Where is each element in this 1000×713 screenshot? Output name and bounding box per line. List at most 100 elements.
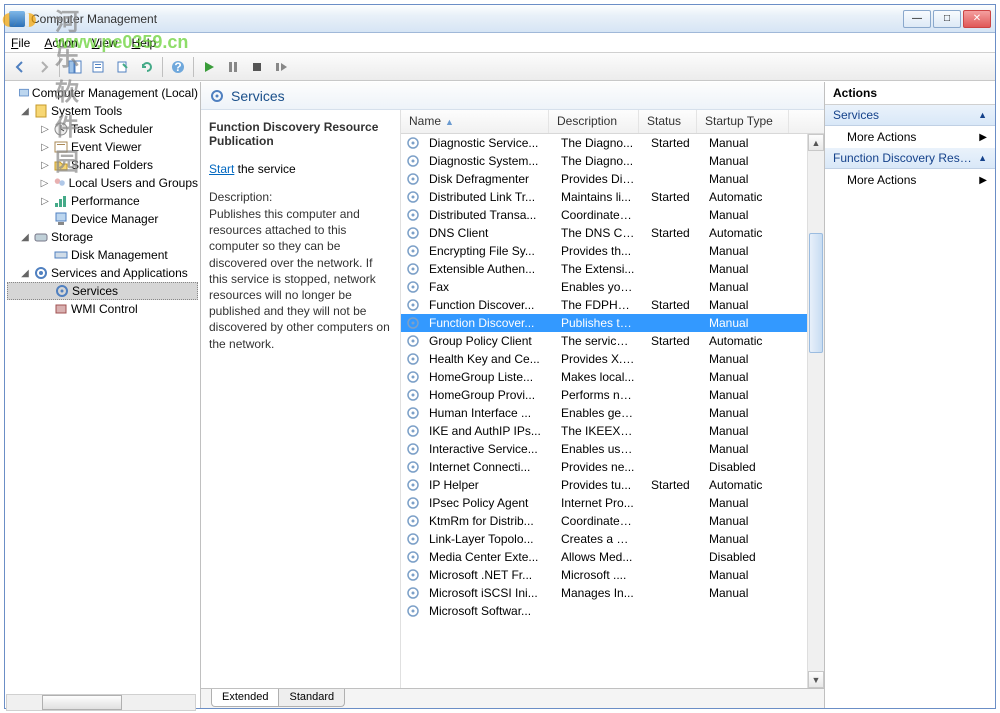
service-row[interactable]: Diagnostic System...The Diagno...Manual	[401, 152, 824, 170]
scroll-up-button[interactable]: ▲	[808, 134, 824, 151]
service-row[interactable]: Extensible Authen...The Extensi...Manual	[401, 260, 824, 278]
export-button[interactable]	[112, 56, 134, 78]
service-row[interactable]: HomeGroup Provi...Performs ne...Manual	[401, 386, 824, 404]
description-text: Publishes this computer and resources at…	[209, 206, 390, 352]
column-status[interactable]: Status	[639, 110, 697, 133]
service-row[interactable]: DNS ClientThe DNS Cli...StartedAutomatic	[401, 224, 824, 242]
tree-horizontal-scrollbar[interactable]	[6, 694, 196, 711]
service-row[interactable]: HomeGroup Liste...Makes local...Manual	[401, 368, 824, 386]
cell-startup: Automatic	[701, 478, 793, 492]
cell-startup: Manual	[701, 262, 793, 276]
cell-name: HomeGroup Liste...	[421, 370, 553, 384]
menu-help[interactable]: Help	[132, 36, 157, 50]
tree-task-scheduler[interactable]: Task Scheduler	[71, 122, 153, 136]
service-row[interactable]: Disk DefragmenterProvides Dis...Manual	[401, 170, 824, 188]
tree-disk-management[interactable]: Disk Management	[71, 248, 168, 262]
cell-startup: Manual	[701, 442, 793, 456]
cell-status: Started	[643, 190, 701, 204]
start-service-button[interactable]	[198, 56, 220, 78]
properties-button[interactable]	[88, 56, 110, 78]
service-row[interactable]: Microsoft .NET Fr...Microsoft ....Manual	[401, 566, 824, 584]
back-button[interactable]	[9, 56, 31, 78]
tree-storage[interactable]: Storage	[51, 230, 93, 244]
service-row[interactable]: Microsoft iSCSI Ini...Manages In...Manua…	[401, 584, 824, 602]
actions-group-services[interactable]: Services▲	[825, 105, 995, 126]
tree-event-viewer[interactable]: Event Viewer	[71, 140, 141, 154]
service-row[interactable]: Encrypting File Sy...Provides th...Manua…	[401, 242, 824, 260]
actions-group-selected[interactable]: Function Discovery Resourc...▲	[825, 148, 995, 169]
services-list[interactable]: Name▲ Description Status Startup Type Di…	[401, 110, 824, 688]
service-row[interactable]: Media Center Exte...Allows Med...Disable…	[401, 548, 824, 566]
cell-name: HomeGroup Provi...	[421, 388, 553, 402]
tree-root[interactable]: Computer Management (Local)	[32, 86, 198, 100]
tree-shared-folders[interactable]: Shared Folders	[71, 158, 153, 172]
cell-description: Provides Dis...	[553, 172, 643, 186]
menu-file[interactable]: File	[11, 36, 30, 50]
service-row[interactable]: Interactive Service...Enables use...Manu…	[401, 440, 824, 458]
cell-startup: Disabled	[701, 460, 793, 474]
pause-service-button[interactable]	[222, 56, 244, 78]
start-service-link[interactable]: Start	[209, 162, 234, 176]
vertical-scrollbar[interactable]: ▲ ▼	[807, 134, 824, 688]
maximize-button[interactable]: □	[933, 10, 961, 28]
column-name[interactable]: Name▲	[401, 110, 549, 133]
column-description[interactable]: Description	[549, 110, 639, 133]
cell-description: Makes local...	[553, 370, 643, 384]
forward-button[interactable]	[33, 56, 55, 78]
service-row[interactable]: Link-Layer Topolo...Creates a N...Manual	[401, 530, 824, 548]
service-row[interactable]: Internet Connecti...Provides ne...Disabl…	[401, 458, 824, 476]
tree-scroll-thumb[interactable]	[42, 695, 122, 710]
actions-title: Actions	[825, 82, 995, 105]
refresh-button[interactable]	[136, 56, 158, 78]
cell-startup: Manual	[701, 532, 793, 546]
tree-performance[interactable]: Performance	[71, 194, 140, 208]
navigation-tree[interactable]: Computer Management (Local) ◢System Tool…	[5, 82, 201, 708]
help-button[interactable]: ?	[167, 56, 189, 78]
service-row[interactable]: Human Interface ...Enables gen...Manual	[401, 404, 824, 422]
restart-service-button[interactable]	[270, 56, 292, 78]
service-row[interactable]: Distributed Transa...Coordinates...Manua…	[401, 206, 824, 224]
action-more-selected[interactable]: More Actions▶	[825, 169, 995, 191]
minimize-button[interactable]: —	[903, 10, 931, 28]
cell-startup: Manual	[701, 298, 793, 312]
stop-service-button[interactable]	[246, 56, 268, 78]
service-row[interactable]: Function Discover...The FDPHO...StartedM…	[401, 296, 824, 314]
column-startup-type[interactable]: Startup Type	[697, 110, 789, 133]
close-button[interactable]: ✕	[963, 10, 991, 28]
service-row[interactable]: FaxEnables you...Manual	[401, 278, 824, 296]
service-row[interactable]: IP HelperProvides tu...StartedAutomatic	[401, 476, 824, 494]
service-row[interactable]: Distributed Link Tr...Maintains li...Sta…	[401, 188, 824, 206]
center-header: Services	[201, 82, 824, 110]
tab-extended[interactable]: Extended	[211, 689, 279, 707]
service-row[interactable]: Diagnostic Service...The Diagno...Starte…	[401, 134, 824, 152]
service-row[interactable]: Health Key and Ce...Provides X.5...Manua…	[401, 350, 824, 368]
titlebar[interactable]: Computer Management — □ ✕	[5, 5, 995, 33]
tree-local-users[interactable]: Local Users and Groups	[69, 176, 198, 190]
scroll-thumb[interactable]	[809, 233, 823, 353]
cell-description: Enables use...	[553, 442, 643, 456]
menu-action[interactable]: Action	[44, 36, 77, 50]
toolbar: ?	[5, 53, 995, 81]
cell-description: Performs ne...	[553, 388, 643, 402]
service-row[interactable]: KtmRm for Distrib...Coordinates...Manual	[401, 512, 824, 530]
tree-services-apps[interactable]: Services and Applications	[51, 266, 188, 280]
service-row[interactable]: Function Discover...Publishes th...Manua…	[401, 314, 824, 332]
tree-services[interactable]: Services	[72, 284, 118, 298]
scroll-down-button[interactable]: ▼	[808, 671, 824, 688]
tab-standard[interactable]: Standard	[278, 689, 345, 707]
cell-name: Microsoft Softwar...	[421, 604, 553, 618]
tree-wmi-control[interactable]: WMI Control	[71, 302, 138, 316]
service-row[interactable]: Group Policy ClientThe service ...Starte…	[401, 332, 824, 350]
view-tabs: Extended Standard	[201, 688, 824, 708]
service-row[interactable]: IKE and AuthIP IPs...The IKEEXT ...Manua…	[401, 422, 824, 440]
service-row[interactable]: Microsoft Softwar...	[401, 602, 824, 620]
service-row[interactable]: IPsec Policy AgentInternet Pro...Manual	[401, 494, 824, 512]
cell-name: Encrypting File Sy...	[421, 244, 553, 258]
cell-name: Distributed Transa...	[421, 208, 553, 222]
action-more-services[interactable]: More Actions▶	[825, 126, 995, 148]
tree-system-tools[interactable]: System Tools	[51, 104, 122, 118]
show-hide-tree-button[interactable]	[64, 56, 86, 78]
menu-view[interactable]: View	[92, 36, 118, 50]
cell-startup: Manual	[701, 514, 793, 528]
tree-device-manager[interactable]: Device Manager	[71, 212, 158, 226]
